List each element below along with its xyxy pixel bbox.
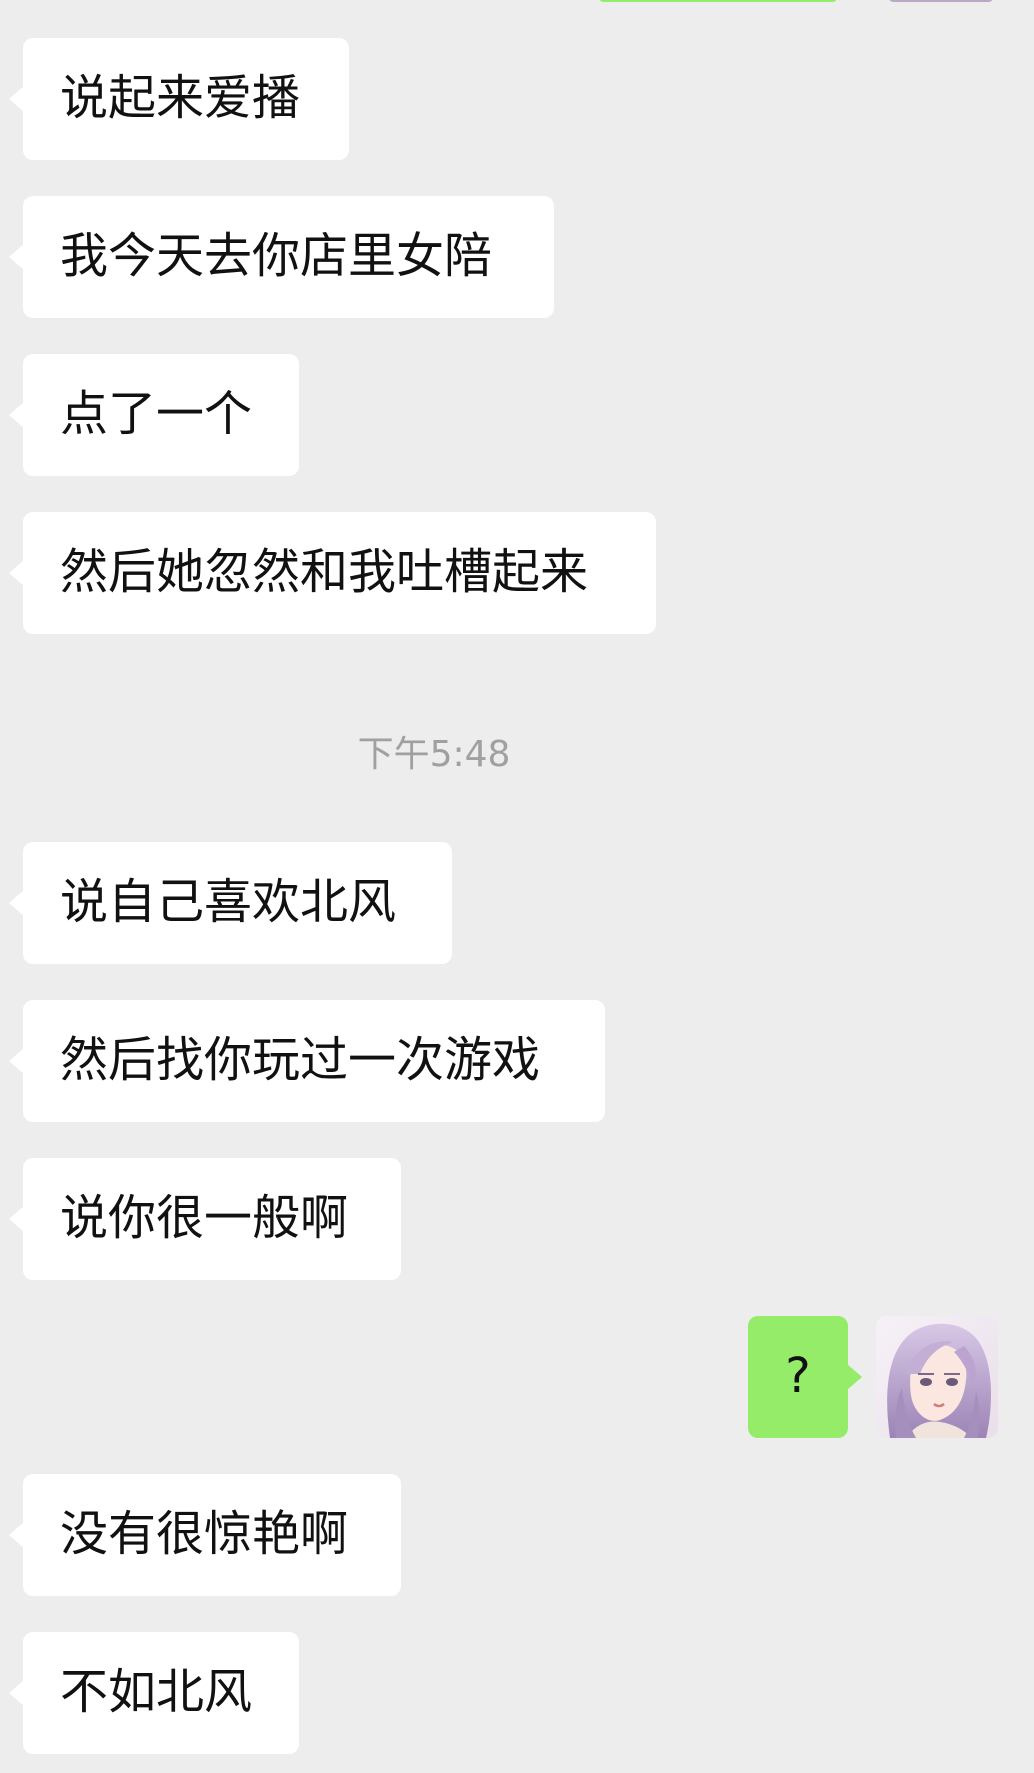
incoming-message[interactable]: 没有很惊艳啊 [9, 1474, 401, 1596]
incoming-message[interactable]: 不如北风 [9, 1632, 299, 1754]
previous-avatar-edge [888, 0, 994, 2]
avatar-image [876, 1316, 998, 1438]
previous-outgoing-bubble-edge [598, 0, 838, 2]
chat-area[interactable]: 说起来爱播 我今天去你店里女陪 点了一个 然后她忽然和我吐槽起来 下午5:48 … [0, 0, 1034, 1773]
message-timestamp: 下午5:48 [357, 734, 511, 775]
incoming-message[interactable]: 说你很一般啊 [9, 1158, 401, 1280]
incoming-message[interactable]: 然后找你玩过一次游戏 [9, 1000, 605, 1122]
incoming-message[interactable]: 我今天去你店里女陪 [9, 196, 554, 318]
incoming-message[interactable]: 说自己喜欢北风 [9, 842, 452, 964]
incoming-message[interactable]: 说起来爱播 [9, 38, 349, 160]
avatar-icon[interactable] [876, 1316, 998, 1438]
incoming-message[interactable]: 点了一个 [9, 354, 299, 476]
outgoing-message[interactable]: ? [748, 1316, 862, 1438]
incoming-message[interactable]: 然后她忽然和我吐槽起来 [9, 512, 656, 634]
